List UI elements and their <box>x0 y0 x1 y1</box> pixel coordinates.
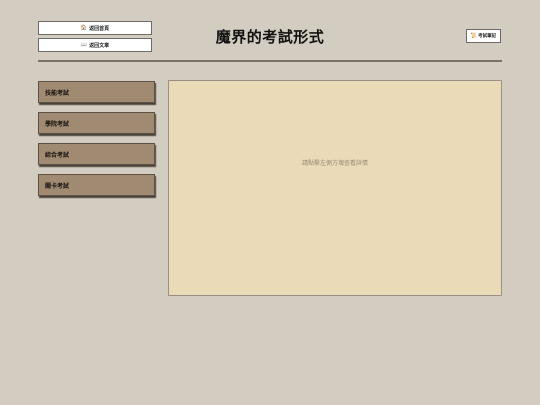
home-button[interactable]: 🏠 返回首頁 <box>38 21 152 35</box>
exam-notes-button-label: 考試筆記 <box>478 34 497 39</box>
detail-panel: 請點擊左側方塊查看詳情 <box>168 80 502 296</box>
page-title: 魔界的考試形式 <box>215 28 325 46</box>
menu-item-academy-exam[interactable]: 學院考試 <box>38 112 155 134</box>
menu-item-comprehensive-exam[interactable]: 綜合考試 <box>38 143 155 165</box>
menu-item-label: 技能考試 <box>45 89 70 97</box>
menu-item-label: 學院考試 <box>45 120 70 128</box>
book-icon: 📖 <box>80 42 88 48</box>
menu-item-label: 關卡考試 <box>45 182 70 190</box>
menu-item-stage-exam[interactable]: 關卡考試 <box>38 174 155 196</box>
menu-item-label: 綜合考試 <box>45 151 70 159</box>
header-divider <box>38 60 502 62</box>
home-button-label: 返回首頁 <box>89 25 110 32</box>
page: 🏠 返回首頁 📖 返回文章 魔界的考試形式 📜 考試筆記 技能考試 學院考試 綜… <box>0 0 540 405</box>
menu-item-skill-exam[interactable]: 技能考試 <box>38 81 155 103</box>
article-button-label: 返回文章 <box>89 42 110 49</box>
article-button[interactable]: 📖 返回文章 <box>38 38 152 52</box>
detail-hint: 請點擊左側方塊查看詳情 <box>301 160 368 167</box>
house-icon: 🏠 <box>80 25 88 31</box>
scroll-icon: 📜 <box>470 33 478 39</box>
exam-notes-button[interactable]: 📜 考試筆記 <box>466 29 501 43</box>
